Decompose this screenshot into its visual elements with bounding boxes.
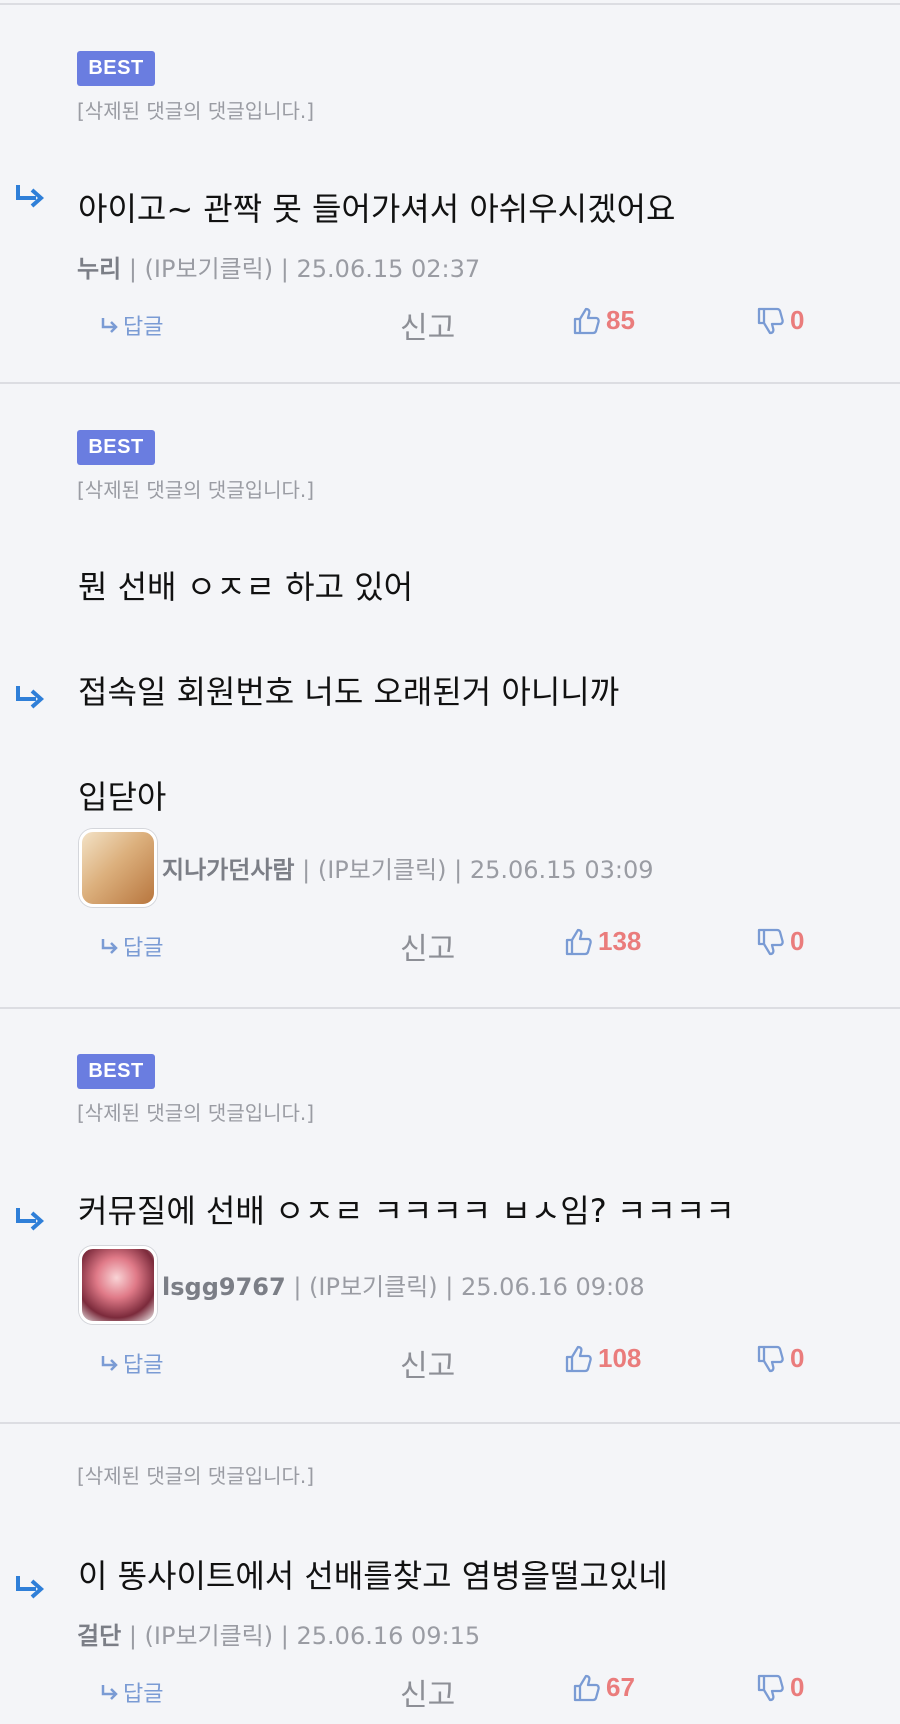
thumbs-up-icon (573, 307, 600, 334)
report-button[interactable]: 신고 (400, 303, 455, 347)
reply-arrow-icon (101, 939, 118, 954)
reply-label: 답글 (123, 315, 164, 340)
like-count: 108 (598, 1343, 642, 1373)
reply-button[interactable]: 답글 (101, 930, 163, 962)
thumbs-down-icon (757, 307, 784, 334)
comment-meta: 지나가던사람 | (IP보기클릭) | 25.06.15 03:09 (162, 850, 653, 885)
comment-item: [삭제된 댓글의 댓글입니다.] 이 똥사이트에서 선배를찾고 염병을떨고있네 … (0, 1424, 900, 1724)
user-avatar[interactable] (79, 1246, 157, 1324)
reply-button[interactable]: 답글 (101, 309, 163, 341)
thumbs-up-icon (573, 1674, 600, 1701)
ip-view-link[interactable]: (IP보기클릭) (318, 856, 447, 884)
like-count: 67 (606, 1672, 635, 1702)
report-button[interactable]: 신고 (400, 1670, 455, 1714)
report-button[interactable]: 신고 (400, 924, 455, 968)
ip-view-link[interactable]: (IP보기클릭) (309, 1273, 438, 1301)
report-button[interactable]: 신고 (400, 1341, 455, 1385)
comment-meta: lsgg9767 | (IP보기클릭) | 25.06.16 09:08 (162, 1267, 645, 1302)
dislike-count: 0 (790, 926, 805, 956)
parent-deleted-note: [삭제된 댓글의 댓글입니다.] (77, 478, 315, 502)
comment-text-line: 접속일 회원번호 너도 오래된거 아니니까 (78, 673, 620, 711)
best-badge: BEST (77, 430, 155, 465)
thumbs-up-icon (565, 928, 592, 955)
like-button[interactable]: 67 (572, 1672, 635, 1703)
comment-date: 25.06.16 09:08 (461, 1273, 645, 1301)
author-name[interactable]: lsgg9767 (162, 1273, 286, 1301)
comment-text: 커뮤질에 선배 ㅇㅈㄹ ㅋㅋㅋㅋ ㅂㅅ임? ㅋㅋㅋㅋ (78, 1192, 735, 1230)
author-name[interactable]: 누리 (77, 255, 121, 283)
user-avatar[interactable] (79, 829, 157, 907)
meta-separator: | (445, 1273, 461, 1301)
comment-text: 이 똥사이트에서 선배를찾고 염병을떨고있네 (78, 1557, 668, 1595)
reply-button[interactable]: 답글 (101, 1676, 163, 1708)
thumbs-down-icon (757, 1674, 784, 1701)
dislike-button[interactable]: 0 (756, 1343, 804, 1374)
reply-arrow-icon (101, 1685, 118, 1700)
dislike-button[interactable]: 0 (756, 926, 804, 957)
reply-label: 답글 (123, 936, 164, 961)
parent-deleted-note: [삭제된 댓글의 댓글입니다.] (77, 99, 315, 123)
reply-thread-arrow-icon (16, 1576, 45, 1599)
best-badge: BEST (77, 1054, 155, 1089)
comment-meta: 걸단 | (IP보기클릭) | 25.06.16 09:15 (77, 1616, 480, 1651)
reply-button[interactable]: 답글 (101, 1347, 163, 1379)
comment-text: 아이고~ 관짝 못 들어가셔서 아쉬우시겠어요 (78, 190, 676, 228)
comment-text-line: 뭔 선배 ㅇㅈㄹ 하고 있어 (78, 568, 414, 606)
author-name[interactable]: 걸단 (77, 1622, 121, 1650)
meta-separator: | (128, 1622, 145, 1650)
reply-label: 답글 (123, 1353, 164, 1378)
thumbs-up-icon (565, 1345, 592, 1372)
meta-separator: | (293, 1273, 310, 1301)
ip-view-link[interactable]: (IP보기클릭) (145, 255, 274, 283)
comment-date: 25.06.15 03:09 (469, 856, 654, 884)
reply-label: 답글 (123, 1682, 164, 1707)
meta-separator: | (128, 255, 145, 283)
comment-meta: 누리 | (IP보기클릭) | 25.06.15 02:37 (77, 249, 480, 284)
like-button[interactable]: 108 (564, 1343, 641, 1374)
meta-separator: | (280, 1622, 297, 1650)
like-count: 85 (606, 305, 635, 335)
comment-text-line: 입닫아 (78, 778, 167, 816)
dislike-count: 0 (790, 1343, 805, 1373)
dislike-button[interactable]: 0 (756, 305, 804, 336)
meta-separator: | (454, 856, 470, 884)
parent-deleted-note: [삭제된 댓글의 댓글입니다.] (77, 1464, 315, 1488)
dislike-count: 0 (790, 1672, 805, 1702)
thumbs-down-icon (757, 1345, 784, 1372)
reply-thread-arrow-icon (16, 185, 45, 208)
reply-thread-arrow-icon (16, 1208, 45, 1231)
comment-date: 25.06.15 02:37 (296, 255, 481, 283)
like-count: 138 (598, 926, 642, 956)
reply-thread-arrow-icon (16, 686, 45, 709)
best-badge: BEST (77, 51, 155, 86)
meta-separator: | (280, 255, 297, 283)
like-button[interactable]: 138 (564, 926, 641, 957)
meta-separator: | (302, 856, 318, 884)
comment-item: BEST [삭제된 댓글의 댓글입니다.] 뭔 선배 ㅇㅈㄹ 하고 있어 접속일… (0, 384, 900, 1009)
parent-deleted-note: [삭제된 댓글의 댓글입니다.] (77, 1101, 315, 1125)
like-button[interactable]: 85 (572, 305, 635, 336)
ip-view-link[interactable]: (IP보기클릭) (145, 1622, 274, 1650)
comment-item: BEST [삭제된 댓글의 댓글입니다.] 커뮤질에 선배 ㅇㅈㄹ ㅋㅋㅋㅋ ㅂ… (0, 1009, 900, 1424)
thumbs-down-icon (757, 928, 784, 955)
dislike-count: 0 (790, 305, 805, 335)
reply-arrow-icon (101, 318, 118, 333)
author-name[interactable]: 지나가던사람 (162, 856, 294, 884)
comment-item: BEST [삭제된 댓글의 댓글입니다.] 아이고~ 관짝 못 들어가셔서 아쉬… (0, 5, 900, 384)
comment-date: 25.06.16 09:15 (296, 1622, 481, 1650)
reply-arrow-icon (101, 1356, 118, 1371)
dislike-button[interactable]: 0 (756, 1672, 804, 1703)
